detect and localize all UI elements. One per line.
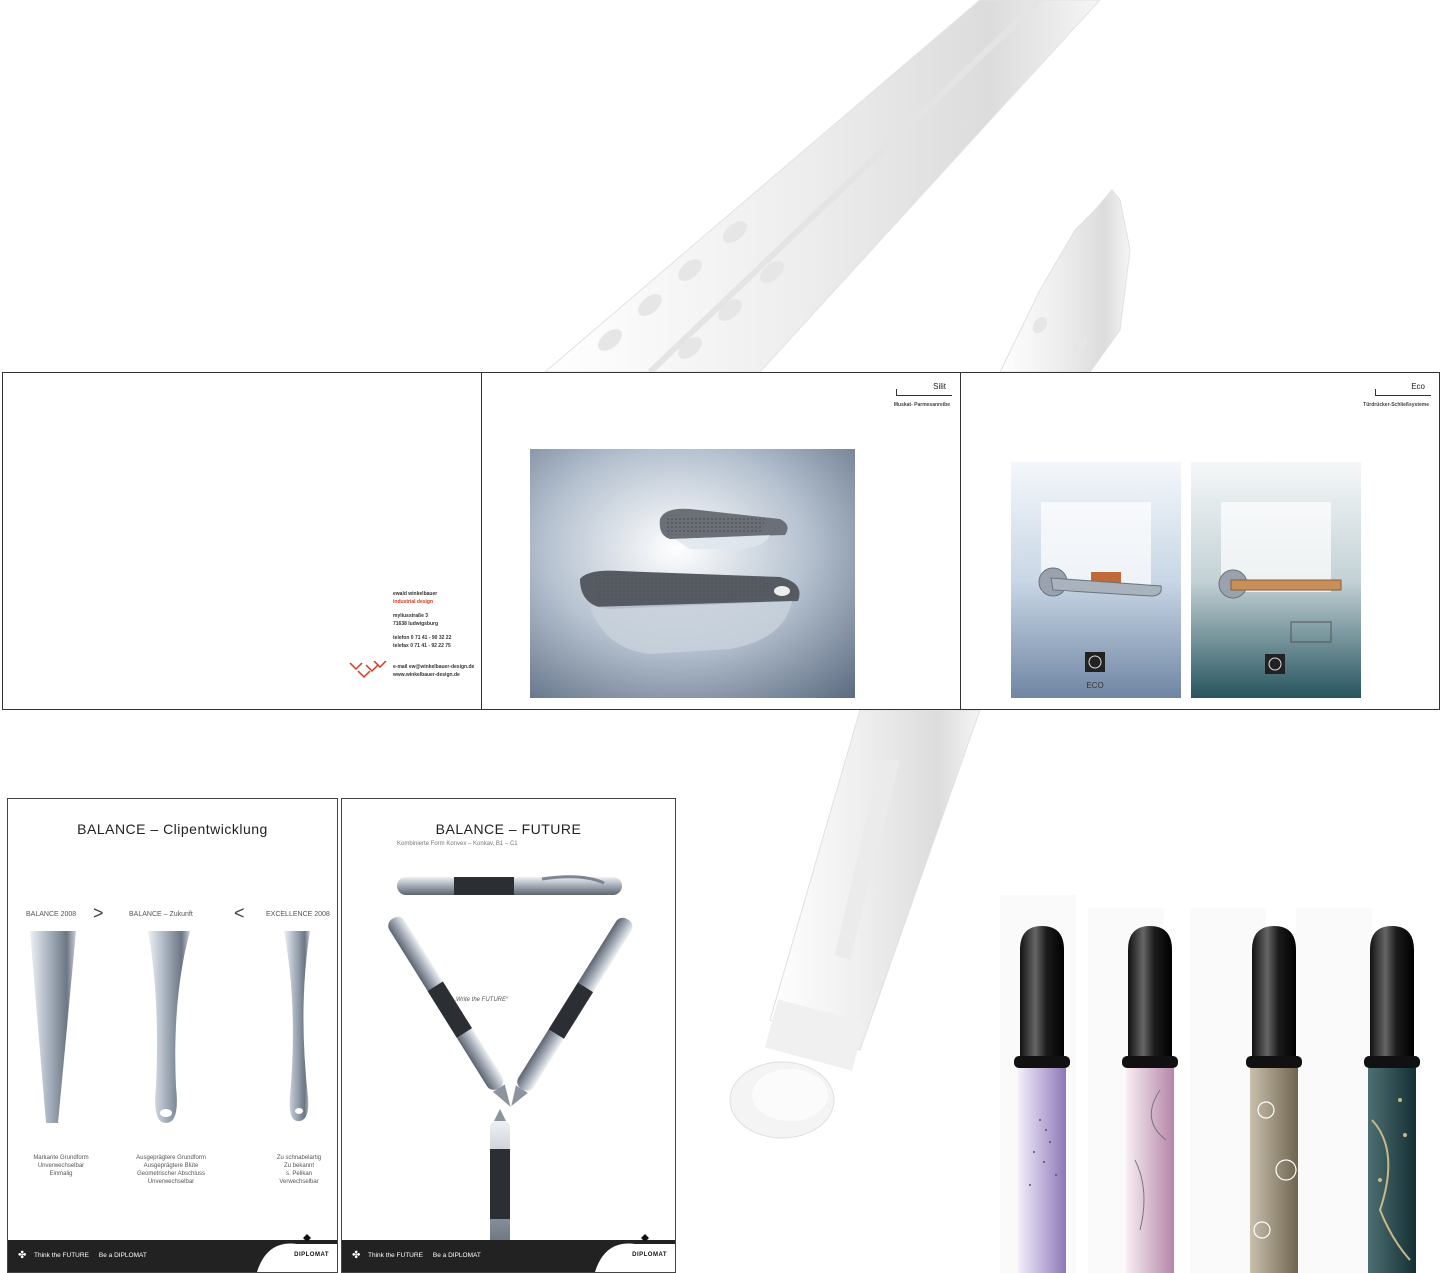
pen-fountain-left <box>388 916 511 1107</box>
silit-title-underline <box>896 395 952 396</box>
contact-name: ewald winkelbauer <box>393 591 438 597</box>
less-than-icon: < <box>234 903 245 923</box>
eco-subtitle: Türdrücker-Schließsysteme <box>1363 402 1429 408</box>
pen-pink <box>1122 926 1178 1273</box>
contact-email: e-mail ew@winkelbauer-design.de <box>393 664 475 670</box>
poster2-title: BALANCE – FUTURE <box>435 821 582 837</box>
door-handle-photo-2 <box>1191 462 1361 698</box>
brochure-panel-eco: Eco Türdrücker-Schließsysteme ECO <box>960 372 1440 710</box>
diplomat-logo-text: DIPLOMAT <box>632 1252 667 1258</box>
decorated-pens-illustration <box>1000 895 1420 1273</box>
poster1-col3-caption: Zu schnabelartig Zu bekannt s. Pelikan V… <box>276 1155 322 1185</box>
contact-block: ewald winkelbauer industrial design myli… <box>393 591 474 679</box>
pen-ballpoint-right <box>511 917 633 1107</box>
flower-icon: ✤ <box>18 1250 27 1261</box>
pen-taupe <box>1246 926 1302 1273</box>
footer-logo-swoosh <box>595 1234 675 1272</box>
pen-lavender <box>1014 926 1070 1273</box>
footer-text-2: Be a DIPLOMAT <box>432 1252 481 1259</box>
grater-product-photo <box>530 449 855 698</box>
clip-shapes-illustration <box>30 931 310 1123</box>
poster1-col2-head: BALANCE – Zukunft <box>129 911 193 918</box>
pen-horizontal <box>397 875 622 895</box>
brochure-panel-contact: ewald winkelbauer industrial design myli… <box>2 372 482 710</box>
brochure-panel-silit: Silit Muskat- Parmesanreibe <box>481 372 961 710</box>
eco-title-underline <box>1375 395 1431 396</box>
clip-balance-future <box>148 931 190 1123</box>
greater-than-icon: > <box>93 903 104 923</box>
poster1-col1-caption: Markante Grundform Unverwechselbar Einma… <box>33 1155 89 1177</box>
pen-triangle-illustration <box>388 875 633 1249</box>
poster2-subtitle: Kombinierte Form Konvex – Konkav, B1 – C… <box>397 841 518 847</box>
contact-city: 71638 ludwigsburg <box>393 620 439 627</box>
poster1-title: BALANCE – Clipentwicklung <box>77 821 268 837</box>
flower-icon: ✤ <box>352 1250 361 1261</box>
eco-title: Eco <box>1411 382 1425 391</box>
footer-logo-swoosh <box>257 1234 337 1272</box>
footer-text-1: Think the FUTURE <box>34 1252 89 1259</box>
poster-clipentwicklung: BALANCE – Clipentwicklung BALANCE 2008 >… <box>7 798 338 1273</box>
contact-web: www.winkelbauer-design.de <box>393 671 460 678</box>
clip-excellence-2008 <box>284 931 310 1122</box>
pen-vertical-bottom <box>490 1109 510 1249</box>
eco-title-tick <box>1375 389 1376 396</box>
contact-street: myliusstraße 3 <box>393 613 429 619</box>
footer-text-1: Think the FUTURE <box>368 1252 423 1259</box>
poster1-col1-head: BALANCE 2008 <box>26 911 77 918</box>
poster1-col2-caption: Ausgeprägtere Grundform Ausgeprägtere Bl… <box>136 1155 206 1185</box>
door-handle-photo-1: ECO <box>1011 462 1181 698</box>
silit-title: Silit <box>933 382 946 391</box>
poster-future: BALANCE – FUTURE Kombinierte Form Konvex… <box>341 798 676 1273</box>
diplomat-logo-text: DIPLOMAT <box>294 1252 329 1258</box>
poster1-col3-head: EXCELLENCE 2008 <box>266 911 330 918</box>
silit-title-tick <box>896 389 897 396</box>
winkelbauer-logo-icon <box>349 661 387 679</box>
silit-subtitle: Muskat- Parmesanreibe <box>893 402 950 408</box>
pen-teal <box>1364 926 1420 1273</box>
contact-phone: telefon 0 71 41 - 90 32 22 <box>393 635 452 641</box>
eco-badge-text: ECO <box>1086 681 1103 690</box>
contact-role: industrial design <box>393 598 434 605</box>
footer-text-2: Be a DIPLOMAT <box>98 1252 147 1259</box>
poster2-slogan: „Write the FUTURE“ <box>454 997 508 1003</box>
clip-balance-2008 <box>30 931 76 1123</box>
contact-fax: telefax 0 71 41 - 92 22 75 <box>393 642 451 649</box>
